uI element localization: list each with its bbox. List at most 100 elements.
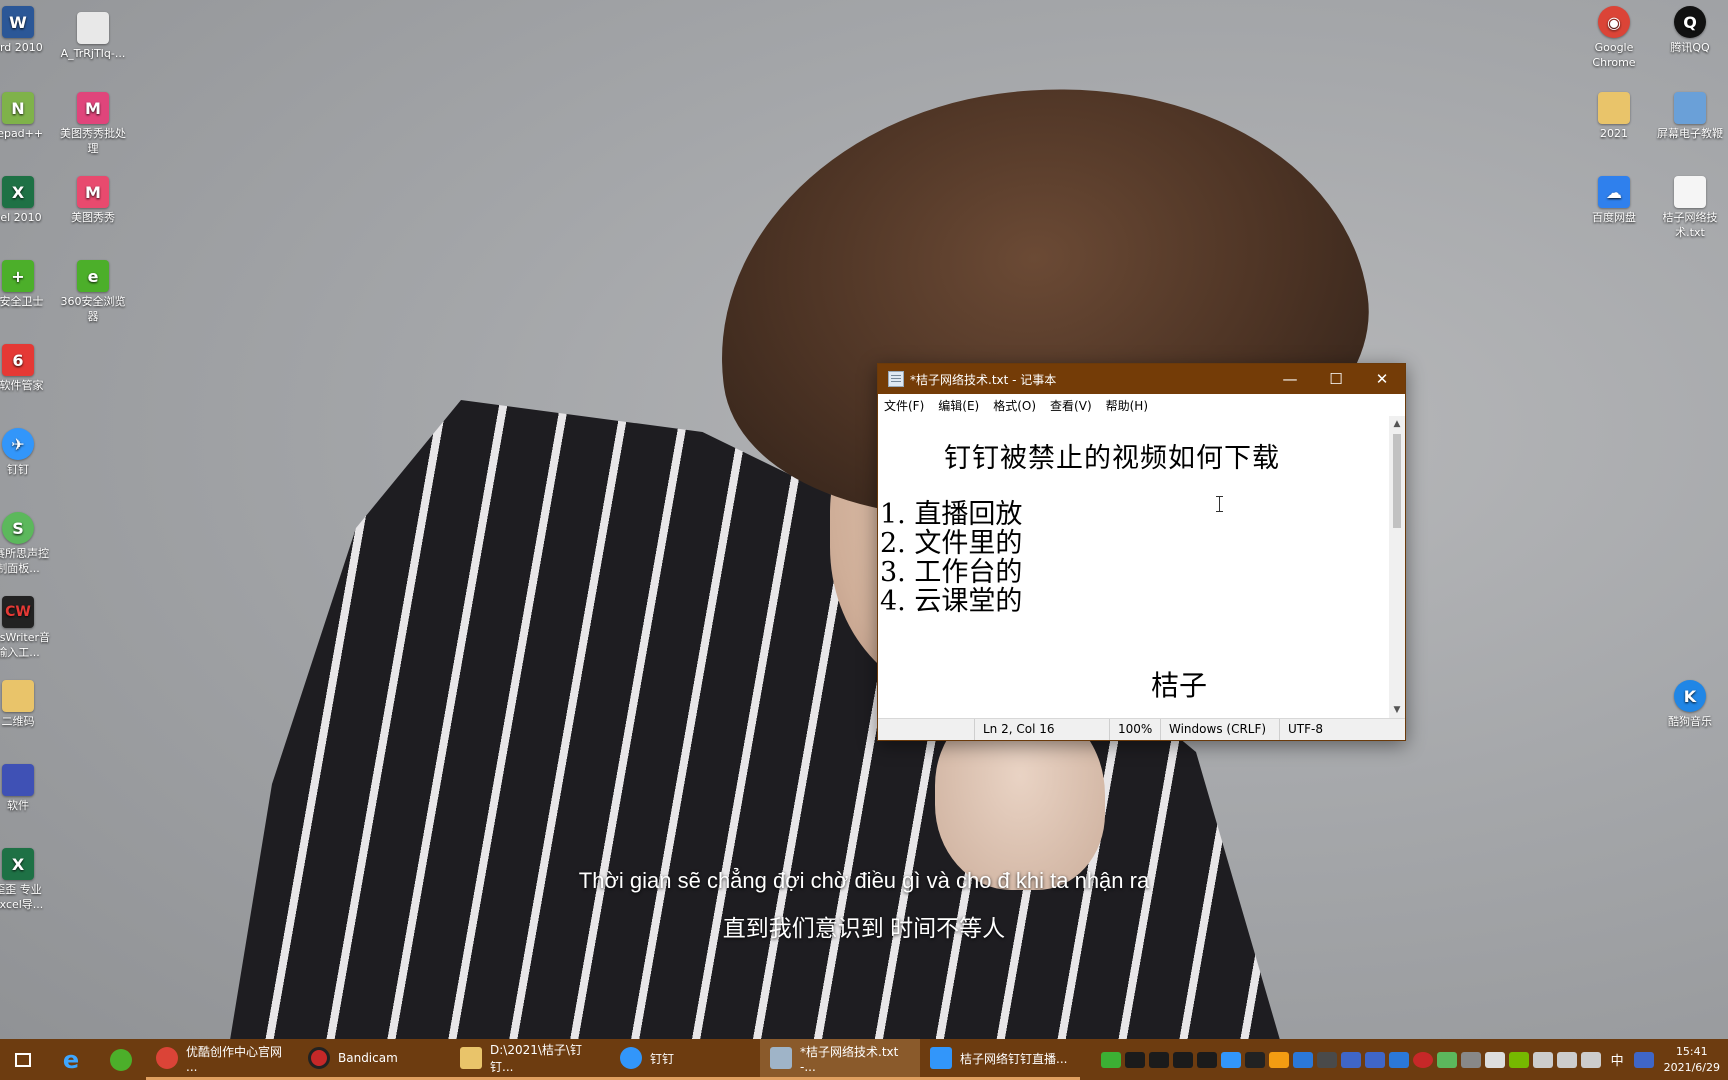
dingtalk-icon bbox=[930, 1047, 952, 1069]
text-line: 4. 云课堂的 bbox=[880, 586, 1023, 617]
dingtalk-tray-icon[interactable] bbox=[1220, 1051, 1241, 1068]
status-encoding: UTF-8 bbox=[1279, 719, 1356, 740]
taskbar-app-label: 桔子网络钉钉直播... bbox=[960, 1051, 1068, 1066]
app-tray-icon[interactable] bbox=[1268, 1051, 1289, 1068]
system-tray: 中 15:41 2021/6/29 bbox=[1099, 1039, 1728, 1080]
qq-icon[interactable] bbox=[1196, 1051, 1217, 1068]
desktop-icon-baidu-pan[interactable]: ☁ 百度网盘 bbox=[1578, 176, 1650, 225]
clock-date: 2021/6/29 bbox=[1663, 1060, 1720, 1074]
dingtalk-icon bbox=[620, 1047, 642, 1069]
notepad-icon bbox=[888, 371, 904, 387]
taskbar-app-label: 钉钉 bbox=[650, 1051, 675, 1066]
scroll-down-arrow-icon[interactable]: ▼ bbox=[1389, 702, 1405, 718]
taskbar-app-label: *桔子网络技术.txt -... bbox=[800, 1044, 899, 1074]
volume-icon[interactable] bbox=[1580, 1051, 1601, 1068]
mail-tray-icon[interactable] bbox=[1340, 1051, 1361, 1068]
window-title: *桔子网络技术.txt - 记事本 bbox=[910, 372, 1057, 387]
clock[interactable]: 15:41 2021/6/29 bbox=[1656, 1044, 1728, 1076]
message-tray-icon[interactable] bbox=[1484, 1051, 1505, 1068]
text-heading: 钉钉被禁止的视频如何下载 bbox=[944, 443, 1280, 474]
desktop-icon-meitu-batch[interactable]: M 美图秀秀批处理 bbox=[57, 92, 129, 156]
subtitle-line-chinese: 直到我们意识到 时间不等人 bbox=[722, 915, 1006, 941]
desktop-icon-txt-file[interactable]: 桔子网络技术.txt bbox=[1654, 176, 1726, 240]
scrollbar-thumb[interactable] bbox=[1393, 434, 1401, 528]
status-zoom: 100% bbox=[1109, 719, 1160, 740]
desktop-icon-qrcode-folder[interactable]: 二维码 bbox=[0, 680, 54, 729]
menu-help[interactable]: 帮助(H) bbox=[1106, 397, 1148, 414]
status-position: Ln 2, Col 16 bbox=[974, 719, 1109, 740]
menu-view[interactable]: 查看(V) bbox=[1050, 397, 1092, 414]
desktop-icon-word[interactable]: Word 2010 bbox=[0, 6, 54, 55]
qq-penguin-icon: Q bbox=[1674, 6, 1706, 38]
network-icon[interactable] bbox=[1556, 1051, 1577, 1068]
excel-icon: X bbox=[2, 176, 34, 208]
input-method-icon[interactable] bbox=[1633, 1051, 1654, 1068]
status-spacer bbox=[878, 719, 974, 740]
ie-button[interactable]: e bbox=[46, 1039, 96, 1080]
capswriter-icon: CW bbox=[2, 596, 34, 628]
desktop-icon-notepadpp[interactable]: Ntepad++ bbox=[0, 92, 54, 141]
desktop-icon-screen-pointer[interactable]: 屏幕电子教鞭 bbox=[1654, 92, 1726, 141]
mail-tray-icon[interactable] bbox=[1364, 1051, 1385, 1068]
ime-indicator[interactable]: 中 bbox=[1611, 1050, 1624, 1069]
capswriter-tray-icon[interactable] bbox=[1244, 1051, 1265, 1068]
taskbar-app-dingtalk-live[interactable]: 桔子网络钉钉直播... bbox=[920, 1039, 1080, 1080]
app-tray-icon[interactable] bbox=[1388, 1051, 1409, 1068]
desktop-icon-dingtalk[interactable]: ✈ 钉钉 bbox=[0, 428, 54, 477]
text-signature: 桔子 bbox=[1151, 669, 1208, 702]
dingtalk-icon: ✈ bbox=[2, 428, 34, 460]
scroll-up-arrow-icon[interactable]: ▲ bbox=[1389, 416, 1405, 432]
screen-pointer-icon bbox=[1674, 92, 1706, 124]
record-tray-icon[interactable] bbox=[1412, 1051, 1433, 1068]
menu-file[interactable]: 文件(F) bbox=[884, 397, 924, 414]
record-icon bbox=[308, 1047, 330, 1069]
desktop-icon-capswriter[interactable]: CWapsWriter音输入工... bbox=[0, 596, 54, 660]
notepadpp-icon: N bbox=[2, 92, 34, 124]
vertical-scrollbar[interactable]: ▲ ▼ bbox=[1389, 416, 1405, 718]
desktop-icon-excel[interactable]: Xcel 2010 bbox=[0, 176, 54, 225]
task-view-button[interactable] bbox=[0, 1039, 46, 1080]
desktop-icon-360-safe[interactable]: +0安全卫士 bbox=[0, 260, 54, 309]
qq-icon[interactable] bbox=[1148, 1051, 1169, 1068]
title-bar[interactable]: *桔子网络技术.txt - 记事本 — ☐ ✕ bbox=[878, 364, 1405, 394]
desktop-icon-control-panel[interactable]: SS赛所思声控制面板... bbox=[0, 512, 54, 576]
menu-edit[interactable]: 编辑(E) bbox=[938, 397, 979, 414]
qq-icon[interactable] bbox=[1172, 1051, 1193, 1068]
desktop-icon-software[interactable]: 软件 bbox=[0, 764, 54, 813]
taskbar-app-label: 优酷创作中心官网 ... bbox=[186, 1044, 283, 1074]
microphone-icon[interactable] bbox=[1532, 1051, 1553, 1068]
close-button[interactable]: ✕ bbox=[1359, 364, 1405, 394]
desktop-icon-folder-2021[interactable]: 2021 bbox=[1578, 92, 1650, 141]
desktop-icon-kugou[interactable]: K 酷狗音乐 bbox=[1654, 680, 1726, 729]
app-tray-icon[interactable] bbox=[1436, 1051, 1457, 1068]
meitu-icon: M bbox=[77, 176, 109, 208]
notepad-window[interactable]: *桔子网络技术.txt - 记事本 — ☐ ✕ 文件(F) 编辑(E) 格式(O… bbox=[877, 363, 1406, 741]
desktop-icon-file[interactable]: A_TrRjTIq-... bbox=[57, 12, 129, 61]
menu-format[interactable]: 格式(O) bbox=[993, 397, 1036, 414]
360-browser-button[interactable] bbox=[96, 1039, 146, 1080]
desktop-icon-meitu[interactable]: M 美图秀秀 bbox=[57, 176, 129, 225]
status-bar: Ln 2, Col 16 100% Windows (CRLF) UTF-8 bbox=[878, 718, 1405, 740]
taskbar-app-dingtalk[interactable]: 钉钉 bbox=[610, 1039, 760, 1080]
cloud-icon: ☁ bbox=[1598, 176, 1630, 208]
qq-icon[interactable] bbox=[1124, 1051, 1145, 1068]
nvidia-tray-icon[interactable] bbox=[1508, 1051, 1529, 1068]
app-tray-icon[interactable] bbox=[1292, 1051, 1313, 1068]
taskbar-app-bandicam[interactable]: Bandicam bbox=[298, 1039, 450, 1080]
security-tray-icon[interactable] bbox=[1316, 1051, 1337, 1068]
desktop-icon-qq[interactable]: Q 腾讯QQ bbox=[1654, 6, 1726, 55]
wechat-icon[interactable] bbox=[1100, 1051, 1121, 1068]
maximize-button[interactable]: ☐ bbox=[1313, 364, 1359, 394]
desktop-icon-360-software[interactable]: 60软件管家 bbox=[0, 344, 54, 393]
text-editor[interactable]: 钉钉被禁止的视频如何下载 1. 直播回放 2. 文件里的 3. 工作台的 4. … bbox=[878, 416, 1389, 718]
app-tray-icon[interactable] bbox=[1460, 1051, 1481, 1068]
minimize-button[interactable]: — bbox=[1267, 364, 1313, 394]
desktop-icon-chrome[interactable]: ◉ Google Chrome bbox=[1578, 6, 1650, 70]
taskbar-app-explorer[interactable]: D:\2021\桔子\钉钉... bbox=[450, 1039, 610, 1080]
desktop-icon-360-browser[interactable]: e 360安全浏览器 bbox=[57, 260, 129, 324]
chrome-icon: ◉ bbox=[1598, 6, 1630, 38]
menu-bar: 文件(F) 编辑(E) 格式(O) 查看(V) 帮助(H) bbox=[878, 394, 1405, 416]
kugou-icon: K bbox=[1674, 680, 1706, 712]
taskbar-app-notepad[interactable]: *桔子网络技术.txt -... bbox=[760, 1039, 920, 1080]
taskbar-app-chrome[interactable]: 优酷创作中心官网 ... bbox=[146, 1039, 298, 1080]
